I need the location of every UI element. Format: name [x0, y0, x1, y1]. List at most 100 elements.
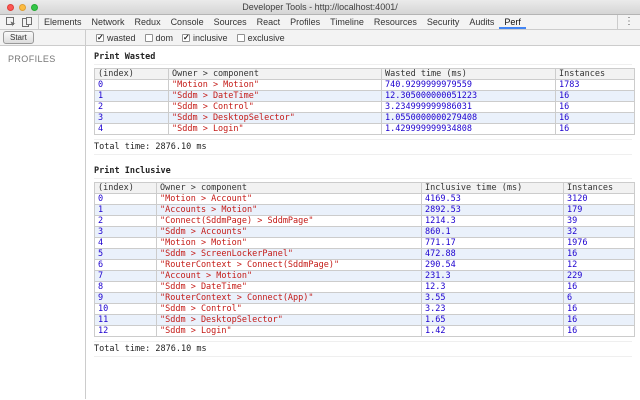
table-row: 4 "Sddm > Login" 1.429999999934808 16: [94, 123, 635, 135]
cell-instances: 16: [563, 248, 635, 260]
column-header[interactable]: Owner > component: [168, 68, 382, 80]
table-row: 2 "Connect(SddmPage) > SddmPage" 1214.3 39: [94, 215, 635, 227]
checkbox-box-exclusive[interactable]: [236, 33, 245, 42]
tab-profiles[interactable]: Profiles: [285, 15, 325, 29]
cell-instances: 229: [563, 270, 635, 282]
column-header[interactable]: Instances: [555, 68, 635, 80]
column-header[interactable]: Owner > component: [156, 182, 422, 194]
table-row: 11 "Sddm > DesktopSelector" 1.65 16: [94, 314, 635, 326]
console-entry-inclusive-total: Total time: 2876.10 ms: [94, 342, 632, 357]
close-button[interactable]: [7, 4, 14, 11]
cell-owner-component: "Connect(SddmPage) > SddmPage": [156, 215, 422, 227]
cell-index: 9: [94, 292, 157, 304]
cell-time: 740.9299999979559: [381, 79, 556, 91]
tab-network[interactable]: Network: [87, 15, 130, 29]
cell-index: 4: [94, 123, 169, 135]
cell-instances: 6: [563, 292, 635, 304]
inclusive-table-body: 0 "Motion > Account" 4169.53 3120 1 "Accounts…: [94, 193, 635, 337]
cell-instances: 16: [563, 314, 635, 326]
tab-perf[interactable]: Perf: [499, 15, 526, 29]
cell-owner-component: "Sddm > DesktopSelector": [168, 112, 382, 124]
cell-instances: 16: [563, 281, 635, 293]
column-header[interactable]: (index): [94, 68, 169, 80]
cell-owner-component: "Motion > Account": [156, 193, 422, 205]
tab-security[interactable]: Security: [422, 15, 465, 29]
cell-index: 0: [94, 193, 157, 205]
checkbox-dom[interactable]: dom: [144, 32, 174, 43]
cell-index: 3: [94, 226, 157, 238]
table-row: 6 "RouterContext > Connect(SddmPage)" 290.…: [94, 259, 635, 271]
tab-console[interactable]: Console: [166, 15, 209, 29]
zoom-button[interactable]: [31, 4, 38, 11]
cell-time: 12.3: [421, 281, 564, 293]
checkbox-box-inclusive[interactable]: [182, 33, 191, 42]
cell-time: 3.55: [421, 292, 564, 304]
tab-react[interactable]: React: [252, 15, 286, 29]
table-row: 0 "Motion > Motion" 740.9299999979559 1783: [94, 79, 635, 91]
cell-index: 10: [94, 303, 157, 315]
wasted-table-header: (index) Owner > component Wasted time (ms)…: [94, 68, 635, 80]
column-header[interactable]: Wasted time (ms): [381, 68, 556, 80]
inspect-element-icon[interactable]: [6, 17, 16, 27]
cell-index: 7: [94, 270, 157, 282]
perf-toolbar: Start wasted dom inclusive exclusive: [0, 30, 640, 46]
devtools-icon-area: [0, 15, 39, 29]
cell-time: 860.1: [421, 226, 564, 238]
checkbox-wasted[interactable]: wasted: [96, 33, 136, 43]
cell-instances: 3120: [563, 193, 635, 205]
cell-instances: 1976: [563, 237, 635, 249]
tab-timeline[interactable]: Timeline: [325, 15, 369, 29]
inclusive-total: Total time: 2876.10 ms: [94, 344, 207, 354]
checkbox-box-dom[interactable]: [144, 33, 153, 42]
minimize-button[interactable]: [19, 4, 26, 11]
cell-owner-component: "Motion > Motion": [168, 79, 382, 91]
checkbox-label-dom: dom: [155, 32, 174, 43]
console-entry-wasted-table: (index) Owner > component Wasted time (ms)…: [94, 65, 635, 140]
start-button[interactable]: Start: [3, 31, 34, 44]
profiles-sidebar: PROFILES: [0, 46, 86, 399]
column-header[interactable]: Instances: [563, 182, 635, 194]
console-entry-wasted-title: Print Wasted: [94, 50, 632, 65]
checkbox-exclusive[interactable]: exclusive: [236, 32, 285, 43]
cell-owner-component: "RouterContext > Connect(App)": [156, 292, 422, 304]
checkbox-label-exclusive: exclusive: [247, 32, 285, 43]
toolbar-left: Start: [0, 30, 86, 45]
cell-time: 1.65: [421, 314, 564, 326]
more-options-icon[interactable]: ⋮: [624, 17, 634, 27]
cell-owner-component: "Sddm > Login": [156, 325, 422, 337]
checkbox-label-wasted: wasted: [107, 32, 136, 43]
table-row: 0 "Motion > Account" 4169.53 3120: [94, 193, 635, 205]
cell-instances: 16: [555, 90, 635, 102]
tab-resources[interactable]: Resources: [369, 15, 422, 29]
table-row: 7 "Account > Motion" 231.3 229: [94, 270, 635, 282]
cell-index: 6: [94, 259, 157, 271]
traffic-lights: [7, 4, 38, 11]
column-header[interactable]: Inclusive time (ms): [421, 182, 564, 194]
cell-index: 1: [94, 90, 169, 102]
tab-elements[interactable]: Elements: [39, 15, 87, 29]
inclusive-table-header: (index) Owner > component Inclusive time (…: [94, 182, 635, 194]
cell-instances: 12: [563, 259, 635, 271]
cell-owner-component: "Sddm > DateTime": [168, 90, 382, 102]
tab-redux[interactable]: Redux: [130, 15, 166, 29]
checkbox-inclusive[interactable]: inclusive: [182, 33, 228, 43]
console-entry-wasted-total: Total time: 2876.10 ms: [94, 140, 632, 155]
cell-index: 12: [94, 325, 157, 337]
inclusive-table[interactable]: (index) Owner > component Inclusive time (…: [94, 182, 635, 337]
cell-index: 8: [94, 281, 157, 293]
column-header[interactable]: (index): [94, 182, 157, 194]
console-output[interactable]: Print Wasted (index) Owner > component Was…: [86, 46, 640, 399]
cell-owner-component: "Sddm > Control": [156, 303, 422, 315]
cell-time: 231.3: [421, 270, 564, 282]
cell-owner-component: "Accounts > Motion": [156, 204, 422, 216]
table-row: 12 "Sddm > Login" 1.42 16: [94, 325, 635, 337]
checkbox-label-inclusive: inclusive: [193, 32, 228, 43]
cell-index: 2: [94, 101, 169, 113]
tab-audits[interactable]: Audits: [464, 15, 499, 29]
device-toolbar-icon[interactable]: [22, 17, 32, 27]
tab-sources[interactable]: Sources: [209, 15, 252, 29]
wasted-table[interactable]: (index) Owner > component Wasted time (ms)…: [94, 68, 635, 135]
cell-instances: 16: [563, 325, 635, 337]
checkbox-box-wasted[interactable]: [96, 33, 104, 42]
